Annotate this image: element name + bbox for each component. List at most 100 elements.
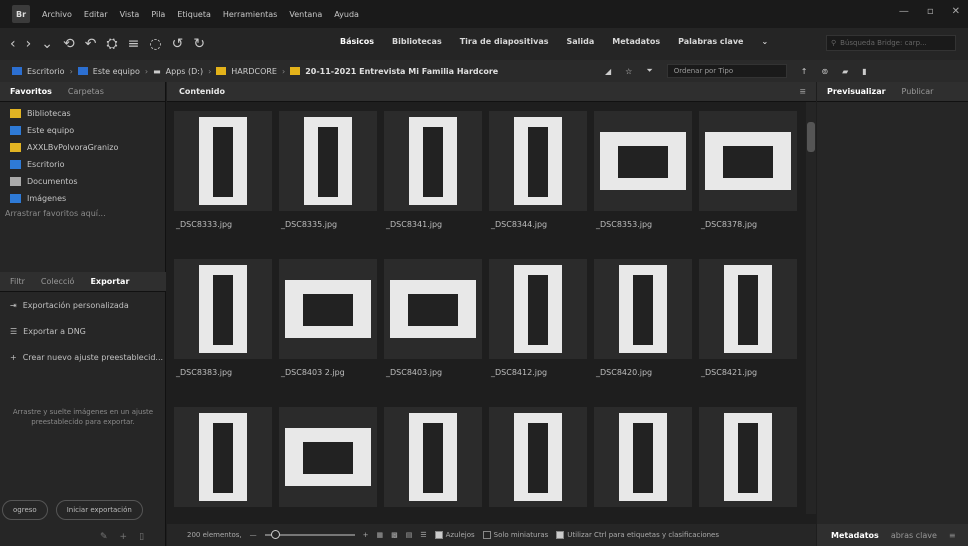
export-custom[interactable]: ⇥ Exportación personalizada xyxy=(0,292,166,318)
favorite-item[interactable]: Documentos xyxy=(0,173,165,190)
start-export-button[interactable]: Iniciar exportación xyxy=(55,500,143,520)
rotate-right-icon[interactable]: ↻ xyxy=(193,36,205,52)
favorite-item[interactable]: Bibliotecas xyxy=(0,105,165,122)
add-icon[interactable]: + xyxy=(120,532,128,542)
tab-coleccion[interactable]: Colecció xyxy=(41,277,75,286)
export-new-preset[interactable]: + Crear nuevo ajuste preestablecid... xyxy=(0,344,166,370)
workspace-tira[interactable]: Tira de diapositivas xyxy=(460,37,549,46)
ctrl-labels-checkbox[interactable]: Utilizar Ctrl para etiquetas y clasifica… xyxy=(556,531,719,539)
favorite-item[interactable]: Este equipo xyxy=(0,122,165,139)
thumbnail-item[interactable]: _DSC8333.jpg xyxy=(171,106,275,246)
thumbnail-frame[interactable] xyxy=(279,259,377,359)
thumbnail-item[interactable]: _DSC8420.jpg xyxy=(591,254,695,394)
tab-carpetas[interactable]: Carpetas xyxy=(68,87,104,96)
close-icon[interactable]: ✕ xyxy=(952,6,960,17)
thumbnail-item[interactable]: _DSC8421.jpg xyxy=(696,254,800,394)
crumb-hardcore[interactable]: HARDCORE xyxy=(231,67,277,76)
workspace-metadatos[interactable]: Metadatos xyxy=(612,37,660,46)
list-view-icon[interactable]: ☰ xyxy=(420,531,426,539)
menu-etiqueta[interactable]: Etiqueta xyxy=(177,10,211,19)
favorite-item[interactable]: AXXLBvPolvoraGranizo xyxy=(0,139,165,156)
tab-palabras-clave[interactable]: abras clave xyxy=(891,531,937,540)
thumbnail-item[interactable]: _DSC8335.jpg xyxy=(276,106,380,246)
delete-icon[interactable]: ▮ xyxy=(862,67,866,76)
menu-ayuda[interactable]: Ayuda xyxy=(334,10,359,19)
maximize-icon[interactable]: ▫ xyxy=(927,6,934,17)
sort-dropdown[interactable]: Ordenar por Tipo xyxy=(666,64,787,78)
menu-archivo[interactable]: Archivo xyxy=(42,10,72,19)
export-dng[interactable]: ☰ Exportar a DNG xyxy=(0,318,166,344)
tab-previsualizar[interactable]: Previsualizar xyxy=(827,87,886,96)
recent-icon[interactable]: ⟲ xyxy=(63,36,75,52)
menu-vista[interactable]: Vista xyxy=(120,10,140,19)
tab-favoritos[interactable]: Favoritos xyxy=(10,87,52,96)
back-icon[interactable]: ‹ xyxy=(10,36,16,52)
workspace-more-icon[interactable]: ⌄ xyxy=(761,37,768,46)
crumb-apps[interactable]: Apps (D:) xyxy=(166,67,203,76)
scrollbar[interactable] xyxy=(806,102,816,514)
thumbnail-item[interactable]: _DSC8341.jpg xyxy=(381,106,485,246)
thumbnail-frame[interactable] xyxy=(489,407,587,507)
menu-pila[interactable]: Pila xyxy=(151,10,165,19)
forward-icon[interactable]: › xyxy=(26,36,32,52)
thumbnail-frame[interactable] xyxy=(174,111,272,211)
tab-filtro[interactable]: Filtr xyxy=(10,277,25,286)
thumbnail-item[interactable] xyxy=(696,402,800,518)
return-icon[interactable]: ↶ xyxy=(85,36,97,52)
menu-ventana[interactable]: Ventana xyxy=(289,10,322,19)
dropdown-icon[interactable]: ⌄ xyxy=(41,36,53,52)
new-folder-icon[interactable]: ▰ xyxy=(842,67,848,76)
workspace-basicos[interactable]: Básicos xyxy=(340,37,374,46)
thumbnail-frame[interactable] xyxy=(594,111,692,211)
thumbnail-item[interactable] xyxy=(276,402,380,518)
scroll-thumb[interactable] xyxy=(807,122,815,152)
thumbnail-frame[interactable] xyxy=(279,111,377,211)
thumbnail-size-slider[interactable] xyxy=(264,530,355,539)
thumbs-only-checkbox[interactable]: Solo miniaturas xyxy=(482,531,548,539)
tab-metadatos[interactable]: Metadatos xyxy=(831,531,879,540)
search-input[interactable]: ⚲ Búsqueda Bridge: carp... xyxy=(826,35,956,51)
thumbnail-item[interactable]: _DSC8353.jpg xyxy=(591,106,695,246)
thumbnail-item[interactable]: _DSC8403.jpg xyxy=(381,254,485,394)
thumbnail-item[interactable] xyxy=(486,402,590,518)
thumbnail-item[interactable]: _DSC8403 2.jpg xyxy=(276,254,380,394)
refine-icon[interactable]: ≡ xyxy=(128,36,140,52)
zoom-in-icon[interactable]: + xyxy=(363,531,369,539)
favorite-item[interactable]: Imágenes xyxy=(0,190,165,207)
trash-icon[interactable]: ▯ xyxy=(139,532,144,542)
crumb-current-folder[interactable]: 20-11-2021 Entrevista Mi Familia Hardcor… xyxy=(305,67,498,76)
thumbnail-item[interactable] xyxy=(381,402,485,518)
thumbnail-frame[interactable] xyxy=(384,407,482,507)
grid-view-icon[interactable]: ▦ xyxy=(376,531,383,539)
thumbnail-frame[interactable] xyxy=(489,259,587,359)
panel-menu-icon[interactable]: ≡ xyxy=(949,531,956,540)
favorite-item[interactable]: Escritorio xyxy=(0,156,165,173)
camera-import-icon[interactable]: ⛭ xyxy=(106,36,117,52)
crumb-este-equipo[interactable]: Este equipo xyxy=(93,67,140,76)
thumbnail-item[interactable] xyxy=(591,402,695,518)
thumbnail-frame[interactable] xyxy=(594,259,692,359)
thumbnail-frame[interactable] xyxy=(594,407,692,507)
thumbnail-item[interactable] xyxy=(171,402,275,518)
quality-icon[interactable]: ◢ xyxy=(605,67,611,76)
edit-icon[interactable]: ✎ xyxy=(100,532,108,542)
menu-editar[interactable]: Editar xyxy=(84,10,108,19)
recent-files-icon[interactable]: ⊚ xyxy=(821,67,828,76)
tab-exportar[interactable]: Exportar xyxy=(90,277,129,286)
thumbnail-frame[interactable] xyxy=(699,111,797,211)
details-view-icon[interactable]: ▤ xyxy=(406,531,413,539)
thumbnail-frame[interactable] xyxy=(384,259,482,359)
workspace-palabras-clave[interactable]: Palabras clave xyxy=(678,37,743,46)
crumb-escritorio[interactable]: Escritorio xyxy=(27,67,65,76)
workspace-bibliotecas[interactable]: Bibliotecas xyxy=(392,37,442,46)
thumbnail-item[interactable]: _DSC8344.jpg xyxy=(486,106,590,246)
thumbnail-frame[interactable] xyxy=(384,111,482,211)
thumbnail-item[interactable]: _DSC8378.jpg xyxy=(696,106,800,246)
thumbnail-item[interactable]: _DSC8383.jpg xyxy=(171,254,275,394)
thumb-view-icon[interactable]: ▩ xyxy=(391,531,398,539)
slider-knob[interactable] xyxy=(270,530,280,539)
thumbnail-frame[interactable] xyxy=(699,407,797,507)
sort-direction-icon[interactable]: ↑ xyxy=(801,67,808,76)
thumbnail-frame[interactable] xyxy=(489,111,587,211)
panel-menu-icon[interactable]: ≡ xyxy=(799,87,806,96)
